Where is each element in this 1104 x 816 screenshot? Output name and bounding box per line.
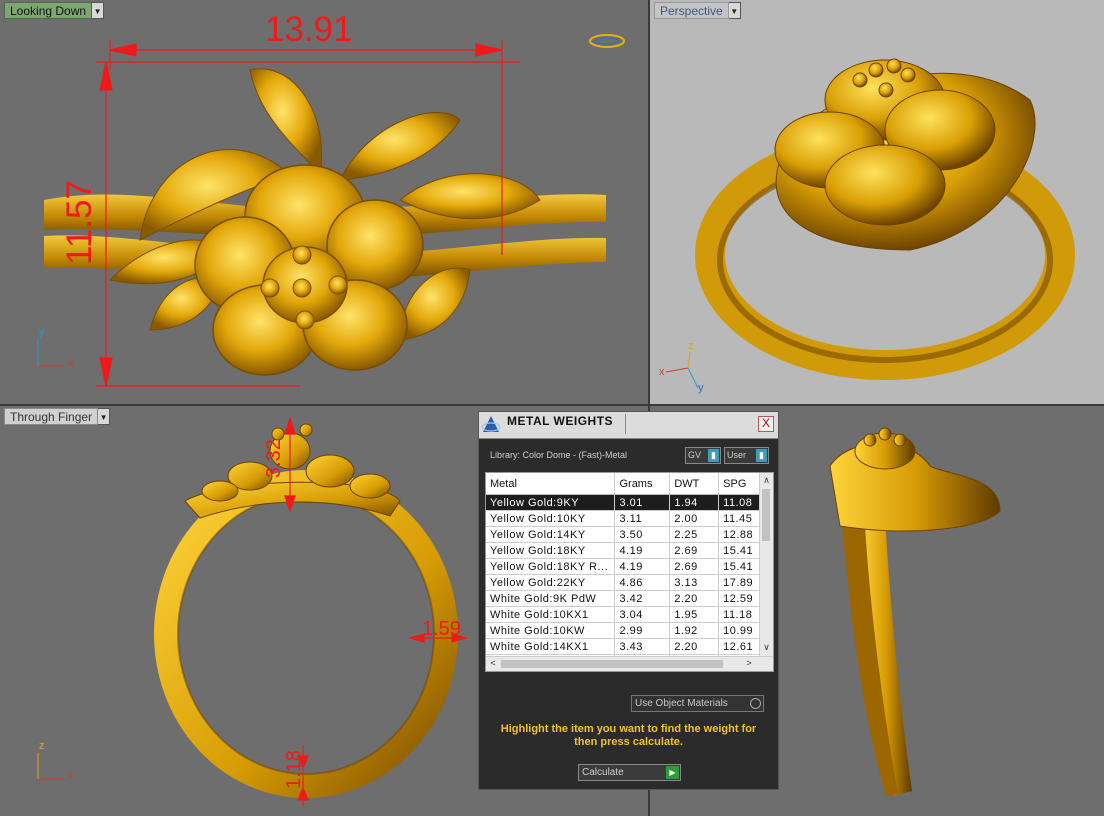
cell-dwt: 2.20 [669, 590, 720, 607]
cell-metal: White Gold:9K PdW [486, 590, 616, 607]
viewport-label-through-finger[interactable]: Through Finger ▼ [4, 408, 111, 425]
scroll-up-icon[interactable]: ∧ [760, 474, 773, 487]
viewport-label-looking-down[interactable]: Looking Down ▼ [4, 2, 105, 19]
cell-dwt: 2.25 [669, 526, 720, 543]
radio-icon[interactable] [750, 698, 761, 709]
cell-metal: White Gold:10KX1 [486, 606, 616, 623]
instruction-text: Highlight the item you want to find the … [500, 723, 757, 748]
viewport-title: Through Finger [4, 408, 99, 425]
chevron-down-icon[interactable]: ▼ [98, 408, 111, 425]
user-label: User [727, 450, 747, 460]
dialog-title: METAL WEIGHTS [507, 414, 614, 428]
use-object-materials-option[interactable]: Use Object Materials [631, 695, 764, 712]
cell-metal: Yellow Gold:18KY R... [486, 558, 616, 575]
table-row[interactable]: Yellow Gold:10KY 3.11 2.00 11.45 [486, 510, 773, 527]
dimension-top: 3.32 [263, 439, 285, 478]
viewport-label-perspective[interactable]: Perspective ▼ [654, 2, 741, 19]
gv-toggle[interactable]: GV ▮ [685, 447, 721, 464]
column-header-grams[interactable]: Grams [614, 473, 671, 495]
vertical-scrollbar[interactable]: ∧ ∨ [759, 473, 773, 657]
cell-grams: 3.42 [614, 590, 671, 607]
table-row[interactable]: Yellow Gold:14KY 3.50 2.25 12.88 [486, 526, 773, 543]
cell-dwt: 2.69 [669, 542, 720, 559]
table-row[interactable]: Yellow Gold:18KY R... 4.19 2.69 15.41 [486, 558, 773, 575]
table-row[interactable]: White Gold:10KX1 3.04 1.95 11.18 [486, 606, 773, 623]
cell-grams: 3.01 [614, 494, 671, 511]
table-row[interactable]: Yellow Gold:22KY 4.86 3.13 17.89 [486, 574, 773, 591]
axis-z-label: z [688, 340, 694, 352]
column-header-dwt[interactable]: DWT [669, 473, 720, 495]
table-header-row: Metal Grams DWT SPG [486, 473, 773, 495]
cell-metal: White Gold:10KW [486, 622, 616, 639]
cell-metal: Yellow Gold:9KY [486, 494, 616, 511]
cell-grams: 4.86 [614, 574, 671, 591]
metal-weights-dialog: METAL WEIGHTS X Library: Color Dome - (F… [478, 411, 779, 790]
play-icon: ▶ [666, 766, 679, 779]
axis-y-label: y [698, 382, 704, 394]
dialog-titlebar[interactable]: METAL WEIGHTS X [479, 412, 778, 439]
table-row[interactable]: Yellow Gold:9KY 3.01 1.94 11.08 [486, 494, 773, 511]
dimension-width: 13.91 [265, 10, 353, 49]
table-row[interactable]: White Gold:14KX1 3.43 2.20 12.61 [486, 638, 773, 655]
scroll-thumb[interactable] [762, 489, 770, 541]
chevron-down-icon[interactable]: ▼ [92, 2, 105, 19]
column-header-metal[interactable]: Metal [486, 473, 616, 495]
library-label: Library: Color Dome - (Fast)-Metal [490, 450, 628, 460]
toggle-indicator-icon: ▮ [756, 449, 767, 462]
app-logo-icon [481, 416, 501, 432]
axis-x-label: x [68, 770, 74, 782]
cell-grams: 3.43 [614, 638, 671, 655]
cell-metal: White Gold:14KX1 [486, 638, 616, 655]
cell-grams: 4.19 [614, 558, 671, 575]
viewport-title: Perspective [654, 2, 729, 19]
cell-metal: Yellow Gold:10KY [486, 510, 616, 527]
scroll-down-icon[interactable]: ∨ [760, 641, 773, 654]
scroll-right-icon[interactable]: > [744, 657, 754, 670]
cell-grams: 3.50 [614, 526, 671, 543]
cell-dwt: 1.94 [669, 494, 720, 511]
axis-z-label: z [39, 740, 45, 752]
use-object-materials-label: Use Object Materials [635, 698, 728, 709]
viewport-title: Looking Down [4, 2, 93, 19]
user-toggle[interactable]: User ▮ [724, 447, 769, 464]
cell-grams: 3.11 [614, 510, 671, 527]
metal-weights-table[interactable]: Metal Grams DWT SPG Yellow Gold:9KY 3.01 1… [485, 472, 774, 672]
ring-perspective-view [665, 58, 1075, 389]
viewport-looking-down[interactable]: Looking Down ▼ 13.91 11.57 x y [0, 0, 648, 404]
cell-metal: Yellow Gold:22KY [486, 574, 616, 591]
axis-x-label: x [68, 357, 74, 369]
cell-dwt: 2.69 [669, 558, 720, 575]
horizontal-scrollbar[interactable]: < > [486, 656, 773, 671]
cell-metal: Yellow Gold:14KY [486, 526, 616, 543]
toggle-indicator-icon: ▮ [708, 449, 719, 462]
table-row[interactable]: Yellow Gold:18KY 4.19 2.69 15.41 [486, 542, 773, 559]
cell-dwt: 2.00 [669, 510, 720, 527]
table-row[interactable]: White Gold:9K PdW 3.42 2.20 12.59 [486, 590, 773, 607]
chevron-down-icon[interactable]: ▼ [728, 2, 741, 19]
scroll-thumb[interactable] [501, 660, 723, 668]
scroll-left-icon[interactable]: < [488, 657, 498, 670]
cell-dwt: 1.92 [669, 622, 720, 639]
title-divider [625, 414, 626, 434]
axis-y-label: y [39, 326, 45, 338]
cell-dwt: 3.13 [669, 574, 720, 591]
dimension-side: 1.59 [422, 618, 461, 640]
viewport-perspective[interactable]: Perspective ▼ x y z [650, 0, 1104, 404]
cell-dwt: 1.95 [669, 606, 720, 623]
cell-metal: Yellow Gold:18KY [486, 542, 616, 559]
cell-dwt: 2.20 [669, 638, 720, 655]
gv-label: GV [688, 450, 702, 460]
calculate-label: Calculate [582, 767, 624, 778]
close-button[interactable]: X [758, 416, 774, 432]
cell-grams: 2.99 [614, 622, 671, 639]
cell-grams: 4.19 [614, 542, 671, 559]
axis-x-label: x [659, 366, 665, 378]
cell-grams: 3.04 [614, 606, 671, 623]
table-row[interactable]: White Gold:10KW 2.99 1.92 10.99 [486, 622, 773, 639]
calculate-button[interactable]: Calculate ▶ [578, 764, 681, 781]
dimension-bottom: 1.18 [283, 750, 305, 789]
dimension-height: 11.57 [60, 180, 99, 265]
